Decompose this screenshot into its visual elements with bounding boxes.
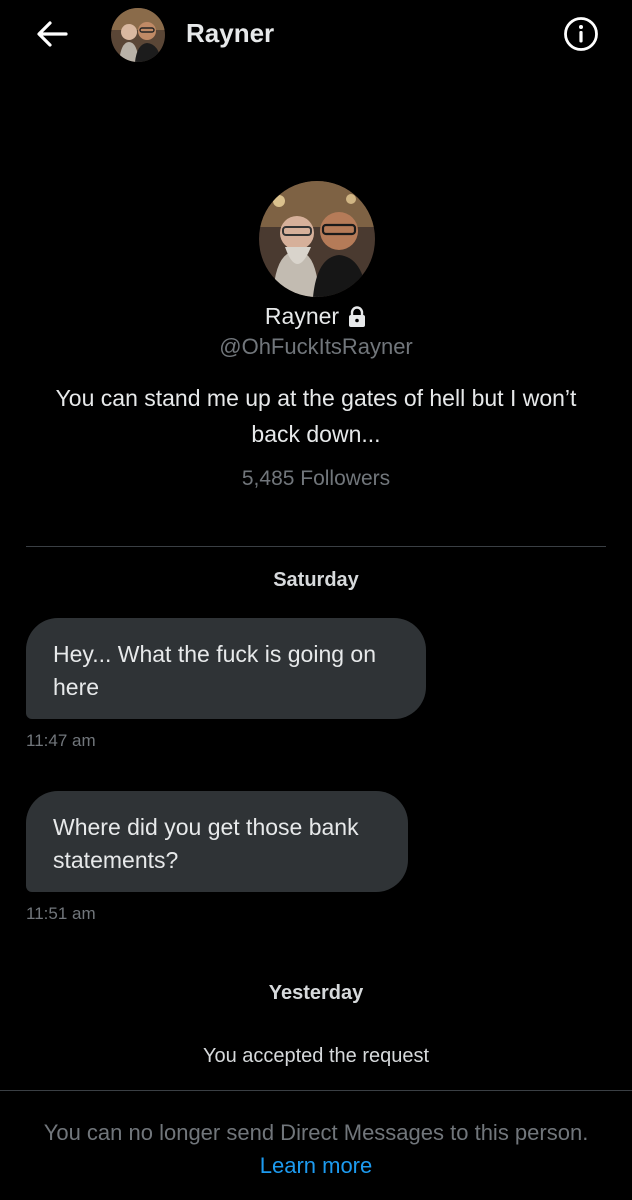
message-text: Hey... What the fuck is going on here <box>53 641 377 700</box>
date-separator: Saturday <box>273 569 359 591</box>
header-avatar[interactable] <box>111 8 165 62</box>
date-separator: Yesterday <box>268 982 364 1004</box>
profile-handle: @OhFuckItsRayner <box>219 334 413 359</box>
divider <box>0 1090 632 1091</box>
header-title[interactable]: Rayner <box>186 18 274 49</box>
message-bubble[interactable]: Hey... What the fuck is going on here <box>26 618 426 719</box>
avatar-image <box>111 8 165 62</box>
message-timestamp: 11:47 am <box>26 731 96 750</box>
message-text: Where did you get those bank statements? <box>53 814 359 873</box>
profile-avatar[interactable] <box>259 181 375 297</box>
arrow-left-icon <box>37 21 68 47</box>
learn-more-link[interactable]: Learn more <box>0 1153 632 1179</box>
profile-followers[interactable]: 5,485 Followers <box>0 467 632 491</box>
message-timestamp: 11:51 am <box>26 904 96 923</box>
message-bubble[interactable]: Where did you get those bank statements? <box>26 791 408 892</box>
profile-name-row: Rayner <box>0 303 632 330</box>
info-button[interactable] <box>562 15 600 53</box>
lock-icon <box>349 305 366 327</box>
header: Rayner <box>0 0 632 70</box>
profile-name: Rayner <box>264 303 340 329</box>
system-message: You accepted the request <box>202 1045 430 1067</box>
dm-screen: Rayner Rayner @OhFuckItsRayner You can s… <box>0 0 632 1200</box>
back-button[interactable] <box>30 14 74 54</box>
avatar-image <box>259 181 375 297</box>
profile-bio: You can stand me up at the gates of hell… <box>55 385 577 447</box>
dm-disabled-notice: You can no longer send Direct Messages t… <box>43 1120 589 1145</box>
divider <box>26 546 606 547</box>
info-icon <box>564 17 598 51</box>
